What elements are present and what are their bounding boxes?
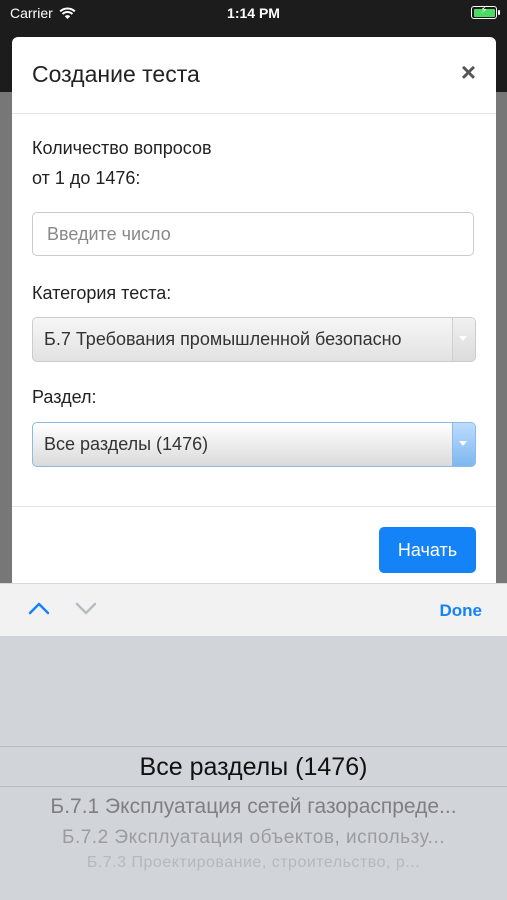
modal-title: Создание теста — [32, 61, 200, 87]
questions-label-line1: Количество вопросов — [32, 138, 212, 158]
modal-footer-divider — [12, 506, 496, 507]
question-count-input[interactable] — [32, 212, 474, 256]
category-select[interactable]: Б.7 Требования промышленной безопасно — [32, 317, 476, 362]
dropdown-arrow-icon — [459, 336, 467, 341]
dropdown-arrow-icon — [459, 441, 467, 446]
status-bar: Carrier 1:14 PM ⚡ — [0, 0, 507, 28]
section-select-value: Все разделы (1476) — [44, 434, 209, 454]
close-icon[interactable]: × — [461, 59, 476, 85]
picker-item-selected[interactable]: Все разделы (1476) — [0, 753, 507, 782]
questions-label-line2: от 1 до 1476: — [32, 168, 141, 188]
category-select-value: Б.7 Требования промышленной безопасно — [44, 329, 402, 349]
category-label: Категория теста: — [32, 283, 172, 303]
picker-item[interactable]: Б.7.1 Эксплуатация сетей газораспреде... — [0, 795, 507, 819]
clock: 1:14 PM — [227, 5, 280, 21]
done-button[interactable]: Done — [440, 601, 483, 621]
create-test-modal: Создание теста × Количество вопросов от … — [12, 37, 496, 583]
section-select[interactable]: Все разделы (1476) — [32, 422, 476, 467]
picker-selection-bottom-line — [0, 786, 507, 787]
modal-header: Создание теста × — [12, 37, 496, 114]
chevron-up-icon[interactable] — [28, 601, 50, 615]
section-label: Раздел: — [32, 387, 97, 407]
keyboard-toolbar: Done — [0, 583, 507, 637]
battery-icon: ⚡ — [471, 5, 500, 19]
picker-selection-top-line — [0, 746, 507, 747]
chevron-down-icon[interactable] — [75, 601, 97, 615]
section-select-button[interactable] — [452, 423, 475, 466]
category-select-button[interactable] — [452, 318, 475, 361]
section-picker[interactable]: Все разделы (1476) Б.7.1 Эксплуатация се… — [0, 636, 507, 900]
picker-item[interactable]: Б.7.3 Проектирование, строительство, р..… — [0, 854, 507, 872]
start-button[interactable]: Начать — [379, 527, 476, 573]
picker-item[interactable]: Б.7.2 Эксплуатация объектов, использу... — [0, 827, 507, 849]
